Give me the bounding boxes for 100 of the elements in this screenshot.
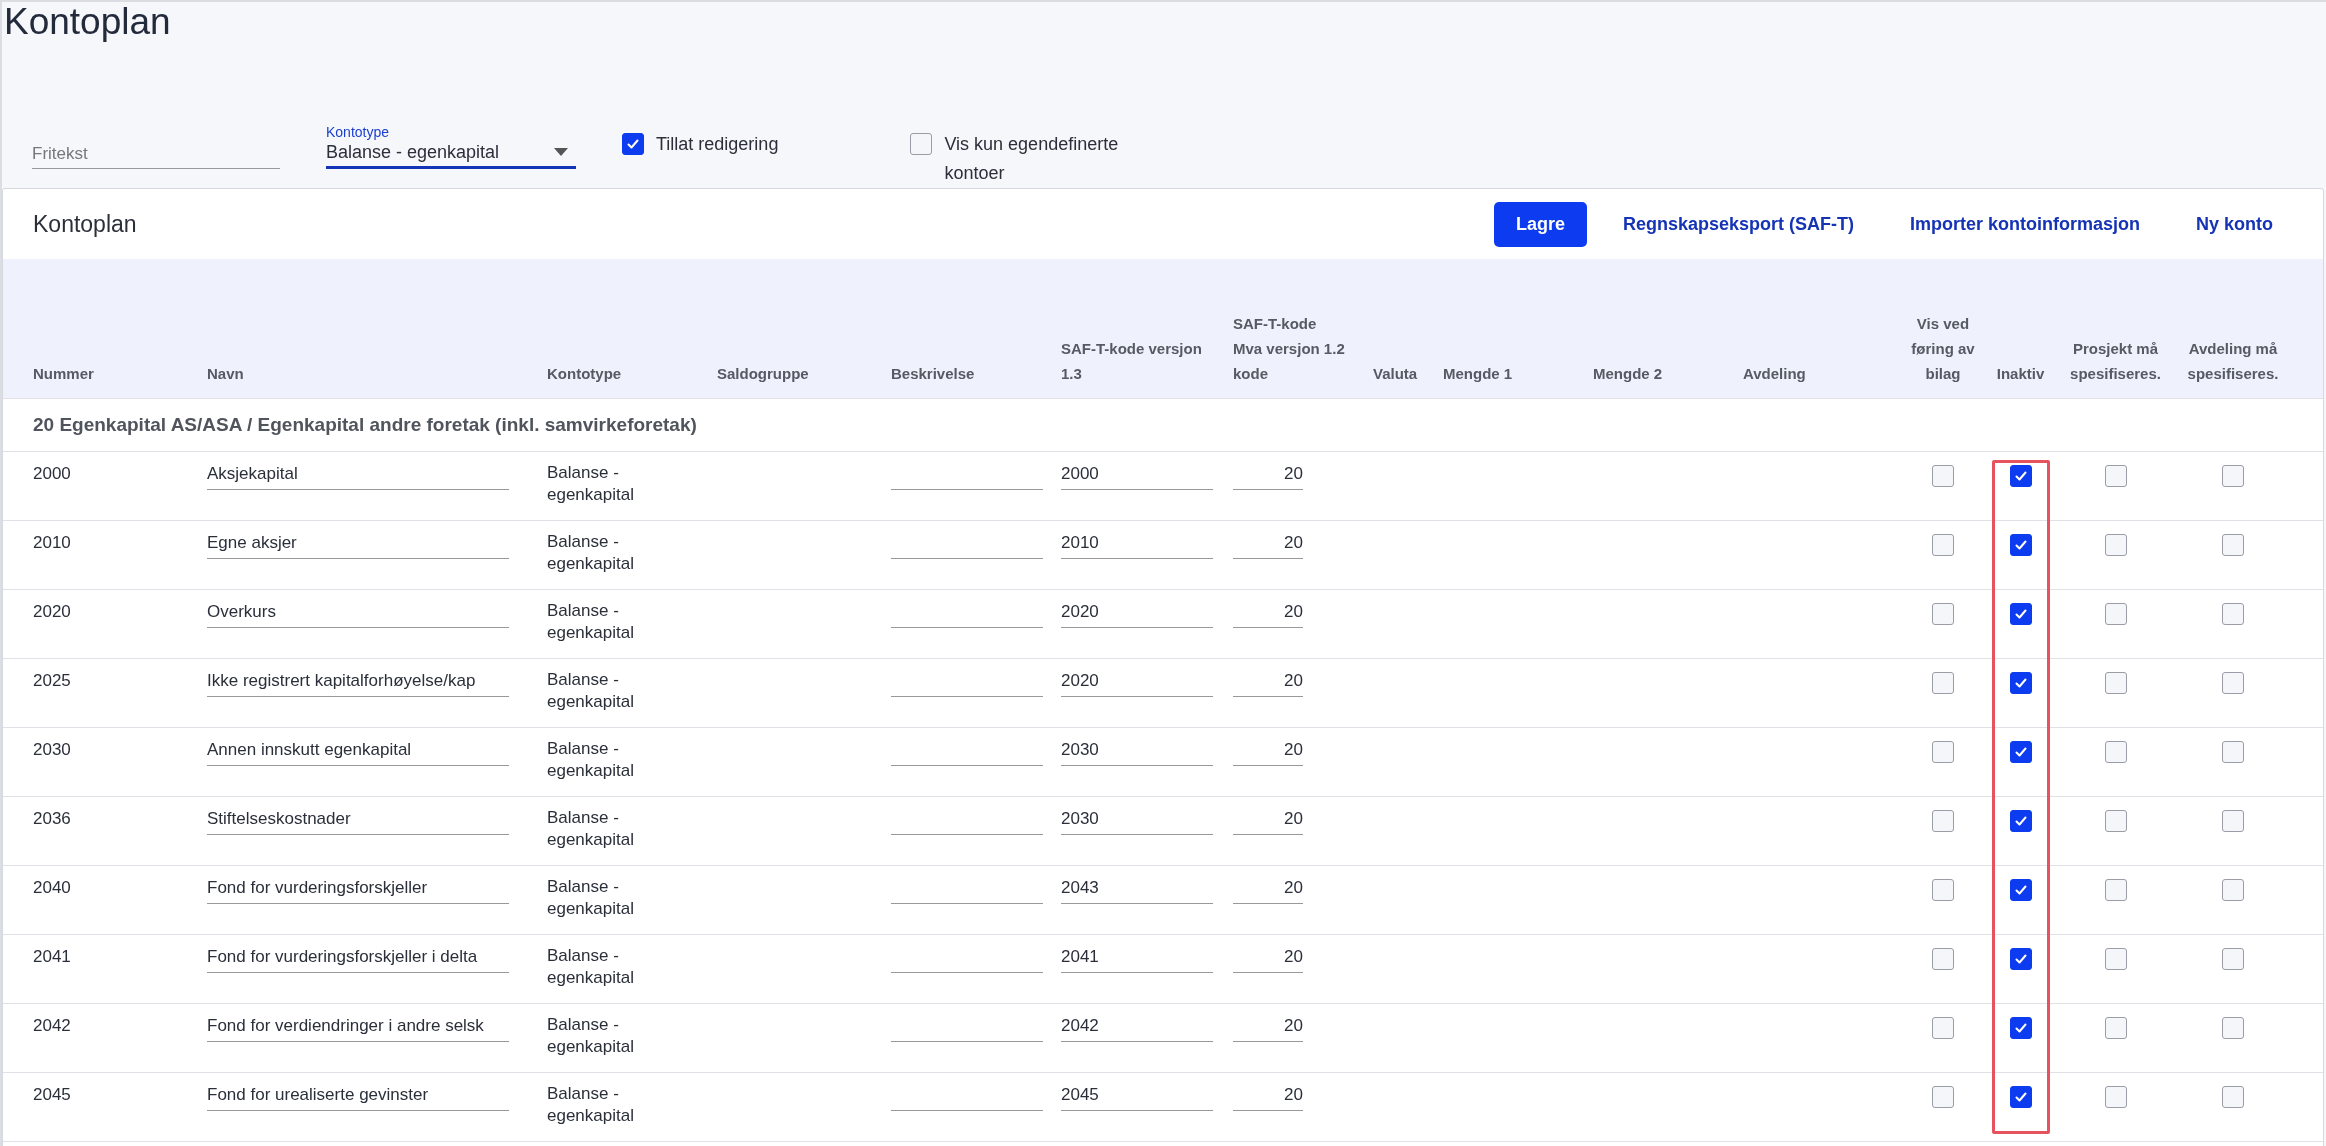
account-type-text: Balanse - egenkapital bbox=[547, 462, 635, 506]
saft-code-field[interactable]: 2020 bbox=[1061, 669, 1213, 697]
name-field[interactable]: Fond for vurderingsforskjeller bbox=[207, 876, 509, 904]
saft-code-field[interactable]: 2042 bbox=[1061, 1014, 1213, 1042]
action-link[interactable]: Ny konto bbox=[2176, 201, 2293, 247]
account-type-text: Balanse - egenkapital bbox=[547, 738, 635, 782]
column-header: Prosjekt må spesifiseres. bbox=[2070, 340, 2161, 382]
vat-code-field[interactable]: 20 bbox=[1233, 1083, 1303, 1111]
department-required-checkbox[interactable] bbox=[2222, 672, 2244, 694]
column-header: Beskrivelse bbox=[891, 365, 975, 382]
saft-code-field[interactable]: 2000 bbox=[1061, 462, 1213, 490]
show-on-entry-checkbox[interactable] bbox=[1932, 534, 1954, 556]
search-field[interactable]: Fritekst bbox=[32, 144, 280, 169]
name-field[interactable]: Fond for vurderingsforskjeller i delta bbox=[207, 945, 509, 973]
check-icon bbox=[2012, 1089, 2029, 1105]
column-header: Nummer bbox=[33, 365, 94, 382]
account-type-text: Balanse - egenkapital bbox=[547, 600, 635, 644]
check-icon bbox=[2012, 675, 2029, 691]
project-required-checkbox[interactable] bbox=[2104, 534, 2127, 556]
saft-code-field[interactable]: 2030 bbox=[1061, 807, 1213, 835]
group-heading: 20 Egenkapital AS/ASA / Egenkapital andre foretak (inkl. samvirkeforetak) bbox=[33, 414, 697, 436]
account-type-text: Balanse - egenkapital bbox=[547, 531, 635, 575]
column-header: Mengde 2 bbox=[1593, 365, 1663, 382]
name-field[interactable]: Aksjekapital bbox=[207, 462, 509, 490]
check-icon bbox=[2012, 951, 2029, 967]
name-field[interactable]: Fond for urealiserte gevinster bbox=[207, 1083, 509, 1111]
name-field[interactable]: Fond for verdiendringer i andre selsk bbox=[207, 1014, 509, 1042]
check-icon bbox=[2012, 882, 2029, 898]
project-required-checkbox[interactable] bbox=[2104, 948, 2127, 970]
account-type-dropdown[interactable]: Kontotype Balanse - egenkapital bbox=[326, 124, 576, 169]
check-icon bbox=[2012, 1020, 2029, 1036]
project-required-checkbox[interactable] bbox=[2104, 1086, 2127, 1108]
department-required-checkbox[interactable] bbox=[2222, 741, 2244, 763]
department-required-checkbox[interactable] bbox=[2222, 603, 2244, 625]
vat-code-field[interactable]: 20 bbox=[1233, 531, 1303, 559]
account-number: 2010 bbox=[33, 532, 71, 554]
name-field[interactable]: Overkurs bbox=[207, 600, 509, 628]
name-field[interactable]: Egne aksjer bbox=[207, 531, 509, 559]
card-title: Kontoplan bbox=[33, 210, 137, 238]
check-icon bbox=[2012, 606, 2029, 622]
account-type-text: Balanse - egenkapital bbox=[547, 876, 635, 920]
column-header: Valuta bbox=[1373, 365, 1418, 382]
account-number: 2040 bbox=[33, 877, 71, 899]
vat-code-field[interactable]: 20 bbox=[1233, 876, 1303, 904]
project-required-checkbox[interactable] bbox=[2104, 672, 2127, 694]
project-required-checkbox[interactable] bbox=[2104, 879, 2127, 901]
department-required-checkbox[interactable] bbox=[2222, 879, 2244, 901]
checkbox[interactable] bbox=[622, 133, 644, 155]
name-field[interactable]: Ikke registrert kapitalforhøyelse/kap bbox=[207, 669, 509, 697]
show-on-entry-checkbox[interactable] bbox=[1932, 465, 1954, 487]
project-required-checkbox[interactable] bbox=[2104, 1017, 2127, 1039]
saft-code-field[interactable]: 2045 bbox=[1061, 1083, 1213, 1111]
action-link[interactable]: Regnskapseksport (SAF-T) bbox=[1602, 201, 1874, 247]
account-number: 2025 bbox=[33, 670, 71, 692]
department-required-checkbox[interactable] bbox=[2222, 534, 2244, 556]
saft-code-field[interactable]: 2030 bbox=[1061, 738, 1213, 766]
name-field[interactable]: Stiftelseskostnader bbox=[207, 807, 509, 835]
show-on-entry-checkbox[interactable] bbox=[1932, 603, 1954, 625]
account-type-text: Balanse - egenkapital bbox=[547, 1014, 635, 1058]
department-required-checkbox[interactable] bbox=[2222, 465, 2244, 487]
department-required-checkbox[interactable] bbox=[2222, 948, 2244, 970]
save-button[interactable]: Lagre bbox=[1493, 201, 1587, 247]
show-on-entry-checkbox[interactable] bbox=[1932, 1086, 1954, 1108]
checkbox[interactable] bbox=[910, 133, 933, 155]
check-icon bbox=[2012, 537, 2029, 553]
check-icon bbox=[625, 136, 641, 152]
account-number: 2030 bbox=[33, 739, 71, 761]
action-link[interactable]: Importer kontoinformasjon bbox=[1889, 201, 2160, 247]
saft-code-field[interactable]: 2020 bbox=[1061, 600, 1213, 628]
show-on-entry-checkbox[interactable] bbox=[1932, 879, 1954, 901]
column-header: SAF-T-kode versjon 1.3 bbox=[1061, 340, 1202, 382]
project-required-checkbox[interactable] bbox=[2104, 603, 2127, 625]
saft-code-field[interactable]: 2043 bbox=[1061, 876, 1213, 904]
show-on-entry-checkbox[interactable] bbox=[1932, 810, 1954, 832]
caret-icon bbox=[554, 148, 568, 156]
project-required-checkbox[interactable] bbox=[2104, 810, 2127, 832]
vat-code-field[interactable]: 20 bbox=[1233, 462, 1303, 490]
vat-code-field[interactable]: 20 bbox=[1233, 738, 1303, 766]
name-field[interactable]: Annen innskutt egenkapital bbox=[207, 738, 509, 766]
saft-code-field[interactable]: 2041 bbox=[1061, 945, 1213, 973]
project-required-checkbox[interactable] bbox=[2104, 741, 2127, 763]
account-type-text: Balanse - egenkapital bbox=[547, 945, 635, 989]
show-on-entry-checkbox[interactable] bbox=[1932, 741, 1954, 763]
check-icon bbox=[2012, 468, 2029, 484]
column-header: Avdeling bbox=[1743, 365, 1806, 382]
project-required-checkbox[interactable] bbox=[2104, 465, 2127, 487]
show-on-entry-checkbox[interactable] bbox=[1932, 948, 1954, 970]
department-required-checkbox[interactable] bbox=[2222, 810, 2244, 832]
vat-code-field[interactable]: 20 bbox=[1233, 669, 1303, 697]
vat-code-field[interactable]: 20 bbox=[1233, 945, 1303, 973]
show-on-entry-checkbox[interactable] bbox=[1932, 1017, 1954, 1039]
column-header: Inaktiv bbox=[1996, 365, 2045, 382]
department-required-checkbox[interactable] bbox=[2222, 1086, 2244, 1108]
saft-code-field[interactable]: 2010 bbox=[1061, 531, 1213, 559]
check-icon bbox=[2012, 744, 2029, 760]
department-required-checkbox[interactable] bbox=[2222, 1017, 2244, 1039]
vat-code-field[interactable]: 20 bbox=[1233, 1014, 1303, 1042]
show-on-entry-checkbox[interactable] bbox=[1932, 672, 1954, 694]
vat-code-field[interactable]: 20 bbox=[1233, 807, 1303, 835]
vat-code-field[interactable]: 20 bbox=[1233, 600, 1303, 628]
